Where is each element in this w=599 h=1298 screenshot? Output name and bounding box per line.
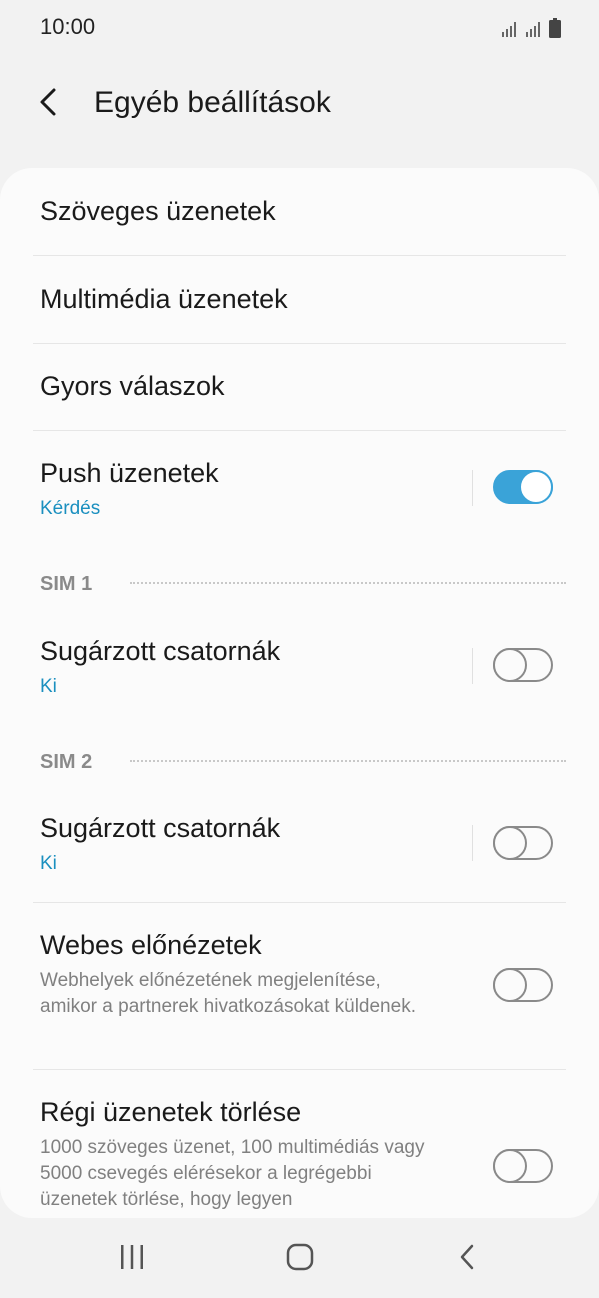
signal-icon [502,22,516,37]
back-icon [460,1244,474,1270]
recent-apps-icon [121,1245,143,1269]
battery-icon [549,18,561,38]
setting-delete-old-messages[interactable]: Régi üzenetek törlése 1000 szöveges üzen… [0,1069,599,1218]
status-bar: 10:00 [0,0,599,56]
toggle-knob [493,648,527,682]
status-time: 10:00 [40,14,96,39]
toggle-knob [493,826,527,860]
setting-subtitle: Kérdés [40,498,101,519]
setting-sim1-broadcast-channels[interactable]: Sugárzott csatornák Ki [0,608,599,728]
setting-title: Sugárzott csatornák [40,636,281,666]
app-header: Egyéb beállítások [0,62,599,146]
setting-quick-replies[interactable]: Gyors válaszok [0,343,599,430]
setting-text-messages[interactable]: Szöveges üzenetek [0,168,599,256]
push-messages-toggle[interactable] [493,470,553,504]
separator [472,648,473,684]
setting-title: Multimédia üzenetek [40,284,288,314]
toggle-knob [519,470,553,504]
nav-back-button[interactable] [452,1242,484,1277]
back-button[interactable] [30,80,70,124]
settings-card: Szöveges üzenetek Multimédia üzenetek Gy… [0,168,599,1218]
setting-description: 1000 szöveges üzenet, 100 multimédiás va… [40,1137,425,1210]
home-icon [286,1243,314,1271]
section-header-sim2: SIM 2 [40,751,93,773]
status-icons [501,16,561,38]
separator [472,825,473,861]
setting-web-previews[interactable]: Webes előnézetek Webhelyek előnézetének … [0,902,599,1069]
setting-title: Push üzenetek [40,458,219,488]
setting-title: Webes előnézetek [40,930,262,960]
setting-sim2-broadcast-channels[interactable]: Sugárzott csatornák Ki [0,785,599,902]
setting-multimedia-messages[interactable]: Multimédia üzenetek [0,256,599,343]
page-title: Egyéb beállítások [94,86,331,119]
section-divider [130,760,566,762]
setting-subtitle: Ki [40,676,57,697]
sim2-broadcast-toggle[interactable] [493,826,553,860]
section-divider [130,582,566,584]
home-button[interactable] [284,1242,316,1277]
back-arrow-icon [40,88,56,116]
navigation-bar [0,1218,599,1298]
toggle-knob [493,968,527,1002]
recent-apps-button[interactable] [116,1242,148,1277]
sim1-broadcast-toggle[interactable] [493,648,553,682]
separator [472,470,473,506]
setting-subtitle: Ki [40,853,57,874]
setting-push-messages[interactable]: Push üzenetek Kérdés [0,430,599,550]
web-previews-toggle[interactable] [493,968,553,1002]
delete-old-messages-toggle[interactable] [493,1149,553,1183]
setting-title: Szöveges üzenetek [40,196,276,226]
signal-icon [526,22,540,37]
setting-title: Gyors válaszok [40,371,225,401]
setting-title: Sugárzott csatornák [40,813,281,843]
setting-description: Webhelyek előnézetének megjelenítése, am… [40,970,416,1017]
section-header-sim1: SIM 1 [40,573,93,595]
toggle-knob [493,1149,527,1183]
setting-title: Régi üzenetek törlése [40,1097,302,1127]
